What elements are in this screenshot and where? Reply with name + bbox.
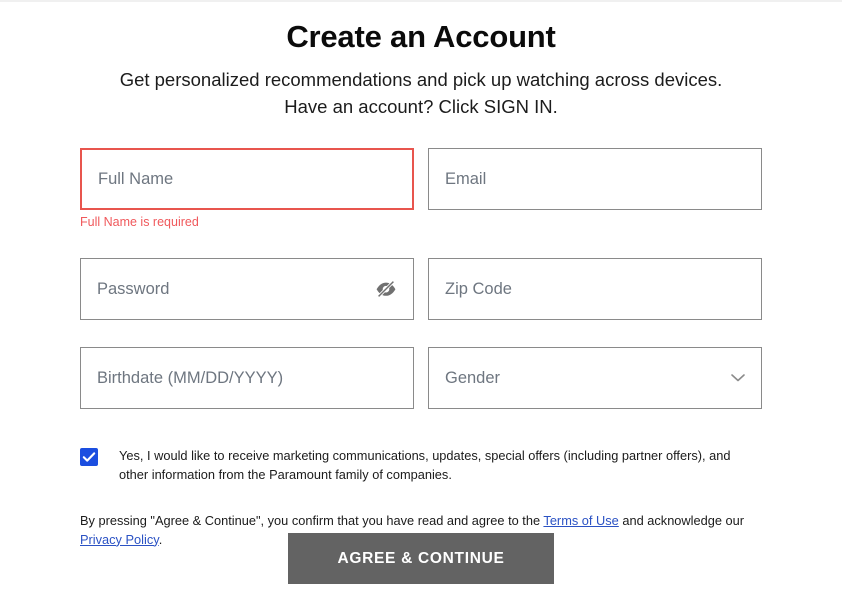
- full-name-placeholder: Full Name: [98, 169, 174, 188]
- checkmark-icon: [82, 452, 96, 462]
- legal-text-between: and acknowledge our: [618, 513, 745, 529]
- password-input[interactable]: Password: [80, 258, 414, 320]
- form-row-1: Full Name Full Name is required Email: [80, 148, 762, 230]
- page-header: Create an Account Get personalized recom…: [0, 2, 842, 121]
- eye-off-icon[interactable]: [375, 280, 397, 298]
- page-subtitle: Get personalized recommendations and pic…: [119, 69, 723, 117]
- legal-text-before-terms: By pressing "Agree & Continue", you conf…: [80, 513, 544, 529]
- birthdate-placeholder: Birthdate (MM/DD/YYYY): [97, 368, 284, 387]
- row-spacer-1: [80, 230, 762, 258]
- signup-form: Full Name Full Name is required Email Pa…: [80, 148, 762, 584]
- gender-select[interactable]: Gender: [428, 347, 762, 409]
- form-col-right-3: Gender: [428, 347, 762, 409]
- form-col-left-3: Birthdate (MM/DD/YYYY): [80, 347, 414, 409]
- full-name-error-message: Full Name is required: [80, 215, 199, 229]
- form-col-right-2: Zip Code: [428, 258, 762, 320]
- row-spacer-2: [80, 320, 762, 347]
- form-row-2: Password Zip Code: [80, 258, 762, 320]
- email-placeholder: Email: [445, 169, 487, 188]
- email-input[interactable]: Email: [428, 148, 762, 210]
- page-title: Create an Account: [286, 19, 556, 54]
- marketing-consent-label: Yes, I would like to receive marketing c…: [119, 448, 731, 482]
- gender-placeholder: Gender: [445, 368, 501, 387]
- zip-code-input[interactable]: Zip Code: [428, 258, 762, 320]
- marketing-consent-row: Yes, I would like to receive marketing c…: [80, 447, 762, 484]
- agree-and-continue-button[interactable]: AGREE & CONTINUE: [288, 533, 554, 584]
- submit-button-container: AGREE & CONTINUE: [80, 533, 762, 584]
- signup-page: Create an Account Get personalized recom…: [0, 0, 842, 597]
- chevron-down-icon[interactable]: [731, 374, 745, 383]
- password-placeholder: Password: [97, 279, 170, 298]
- form-col-left-2: Password: [80, 258, 414, 320]
- form-col-right-1: Email: [428, 148, 762, 210]
- full-name-input[interactable]: Full Name: [80, 148, 414, 210]
- form-col-left-1: Full Name Full Name is required: [80, 148, 414, 230]
- birthdate-input[interactable]: Birthdate (MM/DD/YYYY): [80, 347, 414, 409]
- terms-of-use-link[interactable]: Terms of Use: [543, 513, 618, 528]
- zip-code-placeholder: Zip Code: [445, 279, 512, 298]
- marketing-consent-checkbox[interactable]: [80, 448, 98, 466]
- form-row-3: Birthdate (MM/DD/YYYY) Gender: [80, 347, 762, 409]
